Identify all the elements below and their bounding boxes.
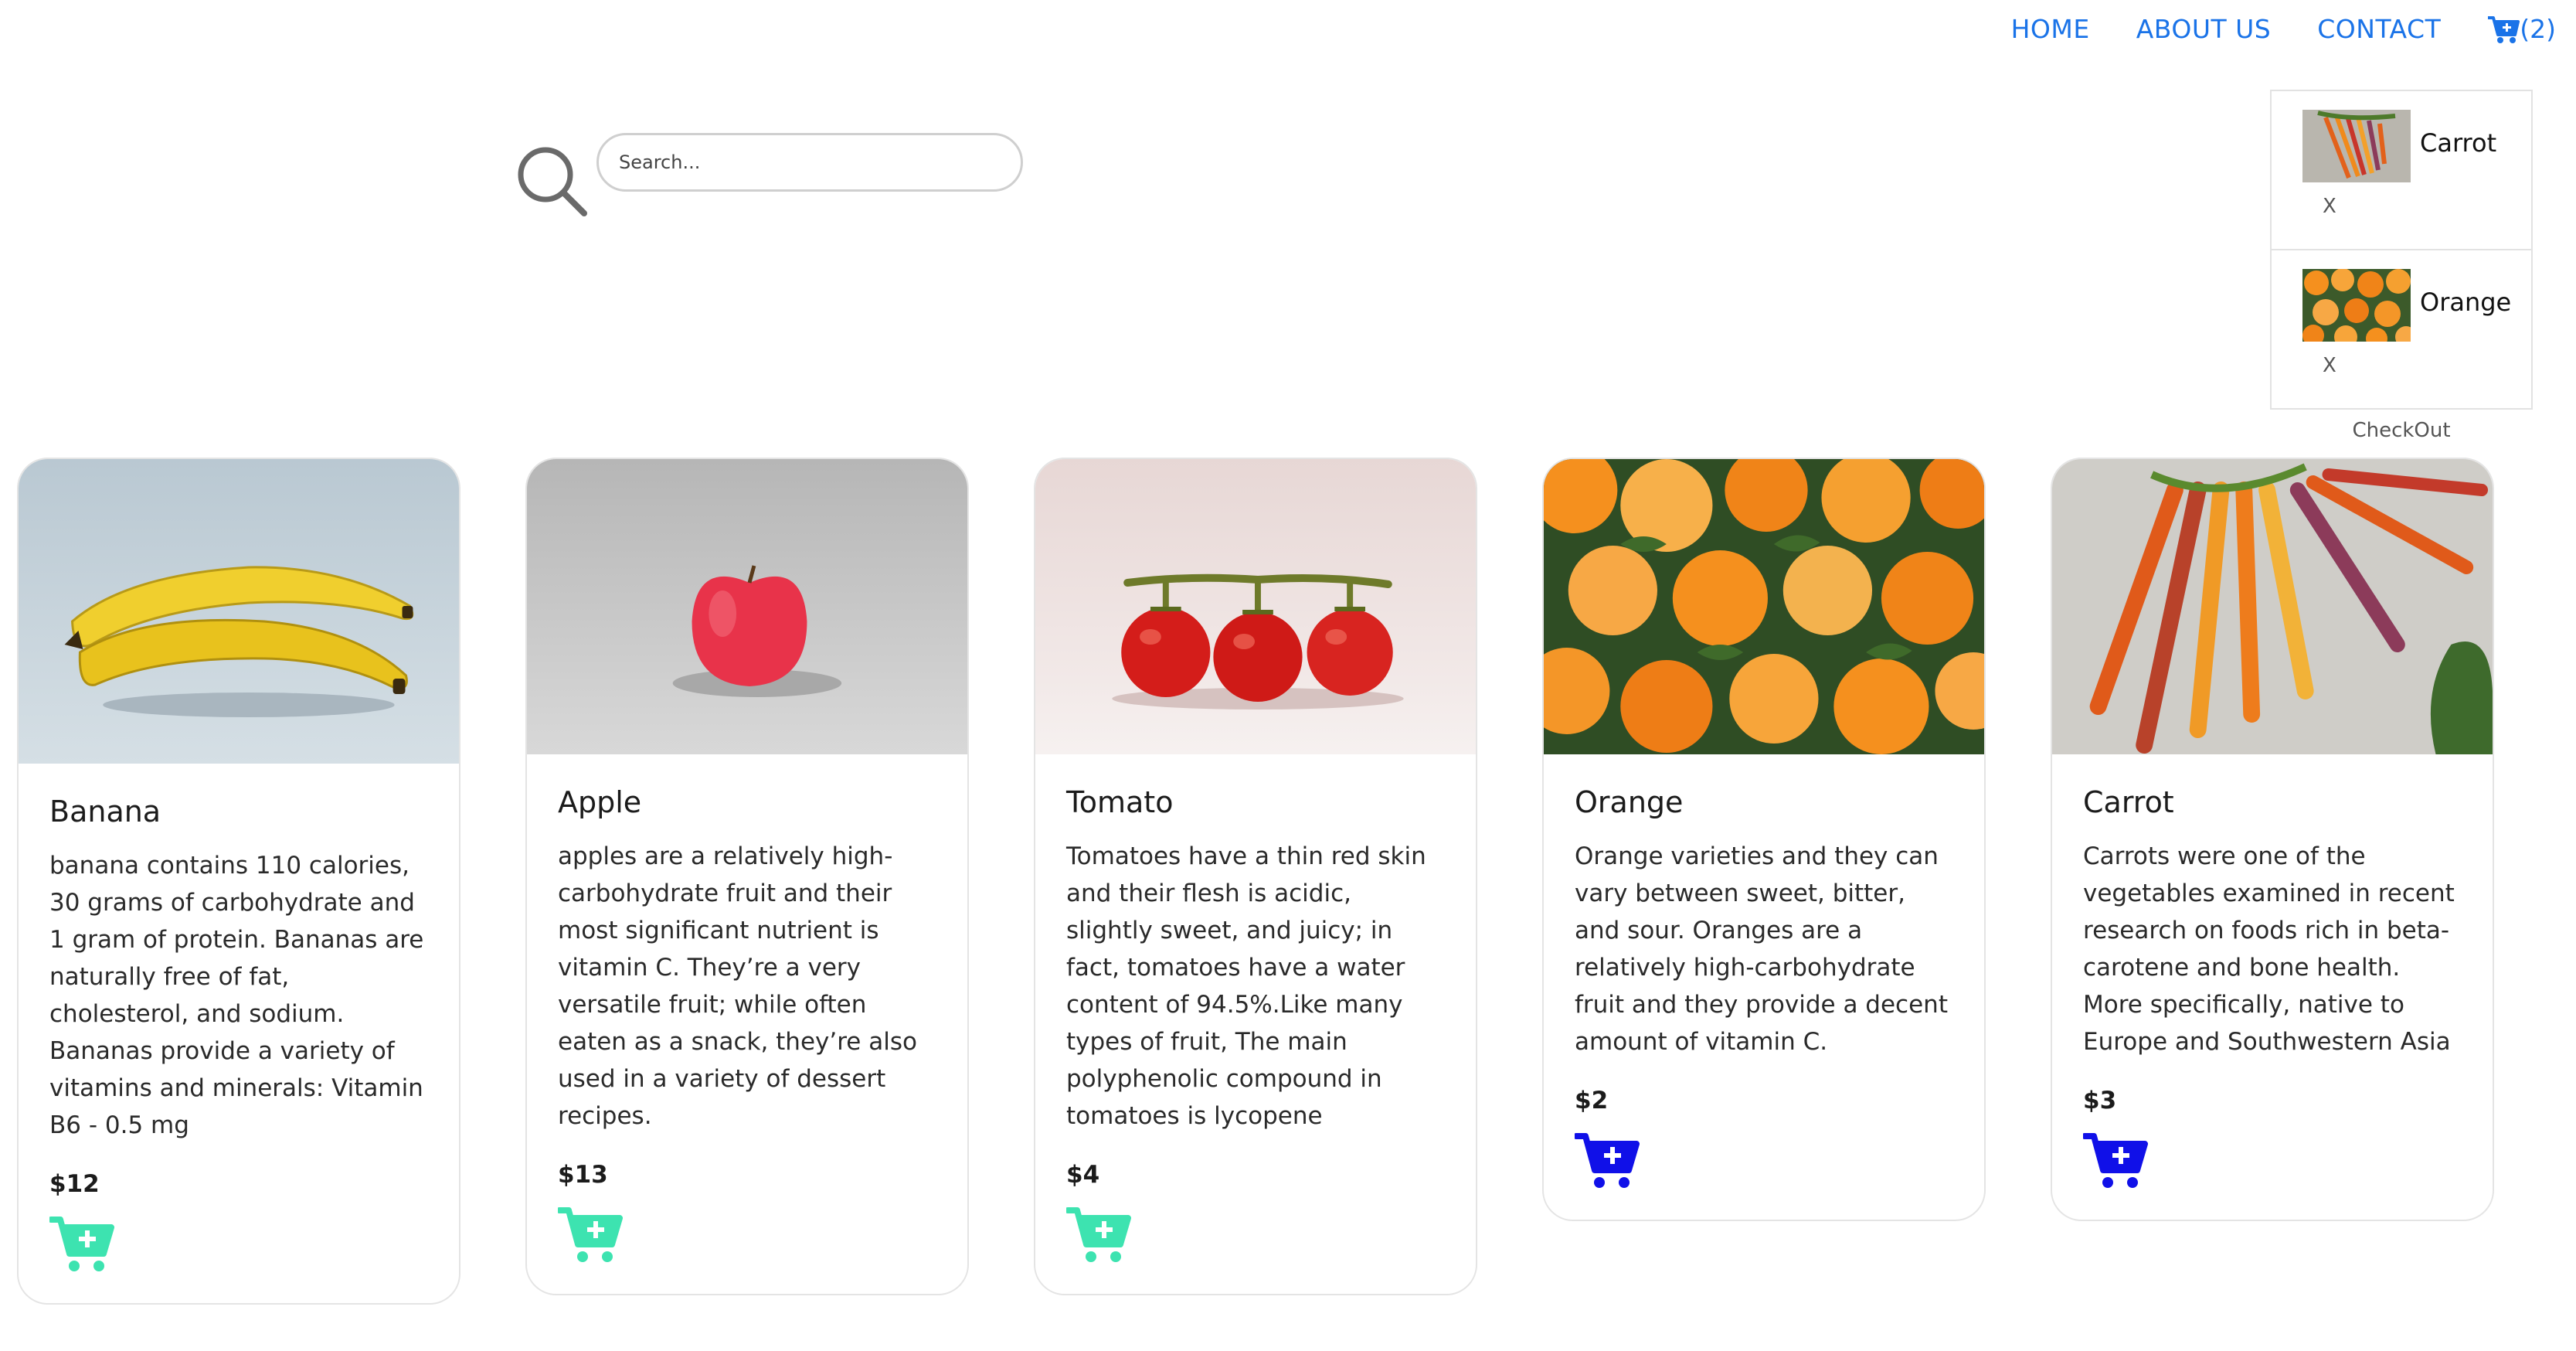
cart-count: (2) xyxy=(2520,14,2556,44)
product-card-banana: Banana banana contains 110 calories, 30 … xyxy=(17,458,460,1305)
cart-icon xyxy=(2488,15,2520,43)
orange-image xyxy=(1544,459,1984,754)
product-price: $3 xyxy=(2083,1087,2117,1114)
cart-plus-icon[interactable] xyxy=(558,1206,623,1264)
apple-image xyxy=(527,459,967,754)
product-card-apple: Apple apples are a relatively high-carbo… xyxy=(525,458,969,1295)
product-name: Banana xyxy=(49,795,161,829)
product-description: Carrots were one of the vegetables exami… xyxy=(2083,842,2455,1056)
carrot-image xyxy=(2052,459,2493,754)
cart-button[interactable]: (2) xyxy=(2487,14,2556,44)
search-input[interactable] xyxy=(596,133,1023,192)
nav-home-link[interactable]: HOME xyxy=(2011,14,2090,44)
cart-plus-icon[interactable] xyxy=(2083,1132,2148,1190)
product-price: $2 xyxy=(1575,1087,1609,1114)
cart-item: Orange X xyxy=(2272,250,2531,408)
cart-plus-icon[interactable] xyxy=(1575,1132,1640,1190)
top-nav: HOME ABOUT US CONTACT (2) xyxy=(1965,14,2556,44)
cart-item-name: Carrot xyxy=(2420,128,2497,158)
product-name: Orange xyxy=(1575,785,1684,819)
tomato-image xyxy=(1035,459,1476,754)
search-icon[interactable] xyxy=(515,144,589,218)
product-description: Tomatoes have a thin red skin and their … xyxy=(1066,842,1426,1130)
product-price: $4 xyxy=(1066,1161,1100,1189)
carrot-thumbnail xyxy=(2302,110,2411,182)
product-card-orange: Orange Orange varieties and they can var… xyxy=(1542,458,1986,1221)
product-description: Orange varieties and they can vary betwe… xyxy=(1575,842,1948,1056)
product-price: $13 xyxy=(558,1161,608,1189)
product-price: $12 xyxy=(49,1170,100,1198)
product-name: Carrot xyxy=(2083,785,2174,819)
orange-thumbnail xyxy=(2302,269,2411,342)
product-description: apples are a relatively high-carbohydrat… xyxy=(558,842,917,1130)
cart-item: Carrot X xyxy=(2272,91,2531,250)
product-card-tomato: Tomato Tomatoes have a thin red skin and… xyxy=(1034,458,1477,1295)
product-card-carrot: Carrot Carrots were one of the vegetable… xyxy=(2051,458,2494,1221)
cart-item-name: Orange xyxy=(2420,288,2512,317)
nav-about-link[interactable]: ABOUT US xyxy=(2136,14,2272,44)
cart-plus-icon[interactable] xyxy=(1066,1206,1131,1264)
cart-dropdown: Carrot X Orange X CheckOut xyxy=(2270,90,2533,442)
product-description: banana contains 110 calories, 30 grams o… xyxy=(49,852,424,1139)
cart-plus-icon[interactable] xyxy=(49,1215,114,1274)
banana-image xyxy=(19,459,459,764)
remove-item-button[interactable]: X xyxy=(2323,354,2336,377)
product-name: Apple xyxy=(558,785,642,819)
product-name: Tomato xyxy=(1066,785,1174,819)
cart-items-list: Carrot X Orange X xyxy=(2270,90,2533,410)
nav-contact-link[interactable]: CONTACT xyxy=(2317,14,2441,44)
checkout-button[interactable]: CheckOut xyxy=(2270,419,2533,442)
remove-item-button[interactable]: X xyxy=(2323,195,2336,218)
